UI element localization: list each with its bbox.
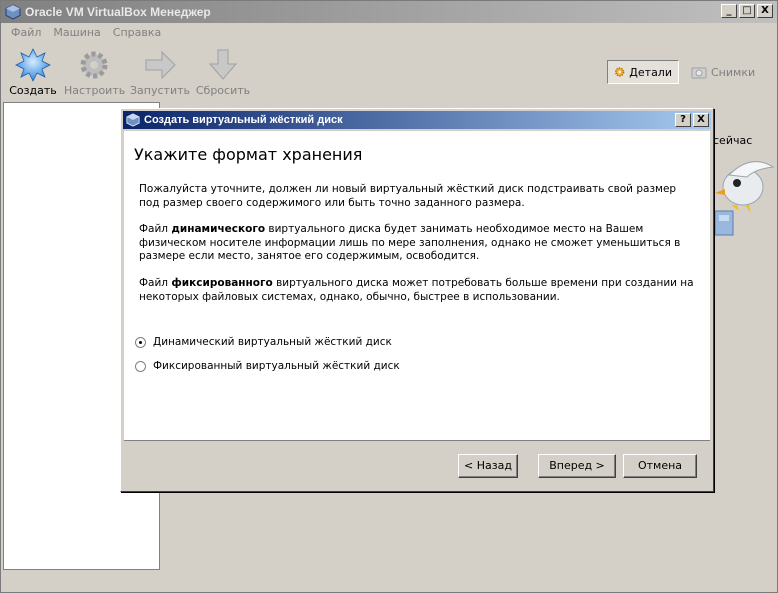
mascot-bird-image — [714, 161, 775, 236]
menubar: Файл Машина Справка — [1, 23, 777, 42]
main-window: Oracle VM VirtualBox Менеджер _ □ X Файл… — [0, 0, 778, 593]
settings-label: Настроить — [64, 84, 126, 97]
menu-file[interactable]: Файл — [5, 26, 47, 39]
menu-machine[interactable]: Машина — [47, 26, 106, 39]
details-gear-icon — [614, 67, 625, 77]
details-toggle[interactable]: Детали — [607, 60, 679, 84]
maximize-button[interactable]: □ — [739, 4, 755, 18]
create-star-icon — [15, 48, 51, 82]
dialog-title: Создать виртуальный жёсткий диск — [144, 114, 343, 126]
start-label: Запустить — [130, 84, 190, 97]
snapshots-label: Снимки — [711, 65, 756, 79]
dynamic-radio[interactable] — [135, 336, 146, 348]
menu-help[interactable]: Справка — [107, 26, 167, 39]
details-label: Детали — [629, 65, 672, 79]
minimize-button[interactable]: _ — [721, 4, 737, 18]
fixed-disk-option[interactable]: Фиксированный виртуальный жёсткий диск — [135, 360, 400, 372]
start-button[interactable]: Запустить — [130, 48, 190, 97]
cancel-button[interactable]: Отмена — [623, 454, 697, 478]
settings-button[interactable]: Настроить — [64, 48, 126, 97]
discard-button[interactable]: Сбросить — [193, 48, 253, 97]
arrow-down-icon — [208, 49, 238, 80]
window-title: Oracle VM VirtualBox Менеджер — [25, 5, 211, 19]
main-titlebar[interactable]: Oracle VM VirtualBox Менеджер _ □ X — [1, 1, 777, 23]
dynamic-paragraph: Файл динамического виртуального диска бу… — [139, 223, 681, 262]
dynamic-disk-option[interactable]: Динамический виртуальный жёсткий диск — [135, 336, 392, 348]
toolbar: Создать Настроить Запустить Сбросить Дет… — [1, 43, 777, 101]
fixed-paragraph: Файл фиксированного виртуального диска м… — [139, 277, 694, 303]
dialog-titlebar[interactable]: Создать виртуальный жёсткий диск ? X — [123, 111, 711, 129]
create-disk-dialog: Создать виртуальный жёсткий диск ? X Ука… — [120, 108, 714, 492]
dialog-body: Укажите формат хранения Пожалуйста уточн… — [124, 131, 710, 441]
dialog-help-button[interactable]: ? — [675, 113, 691, 127]
dynamic-radio-label: Динамический виртуальный жёсткий диск — [153, 336, 392, 348]
fixed-radio-label: Фиксированный виртуальный жёсткий диск — [153, 360, 400, 372]
dialog-heading: Укажите формат хранения — [134, 145, 363, 164]
close-button[interactable]: X — [757, 4, 773, 18]
snapshots-toggle[interactable]: Снимки — [685, 60, 765, 84]
intro-paragraph: Пожалуйста уточните, должен ли новый вир… — [139, 183, 677, 209]
virtualbox-icon — [126, 113, 140, 127]
right-pane-text: сейчас — [713, 134, 753, 147]
fixed-radio[interactable] — [135, 360, 146, 372]
gear-icon — [80, 51, 108, 79]
virtualbox-icon — [5, 4, 21, 20]
create-label: Создать — [9, 84, 57, 97]
arrow-right-icon — [145, 50, 176, 80]
back-button[interactable]: < Назад — [458, 454, 518, 478]
next-button[interactable]: Вперед > — [538, 454, 616, 478]
camera-icon — [691, 67, 707, 79]
create-button[interactable]: Создать — [3, 48, 63, 97]
dialog-close-button[interactable]: X — [693, 113, 709, 127]
discard-label: Сбросить — [195, 84, 251, 97]
